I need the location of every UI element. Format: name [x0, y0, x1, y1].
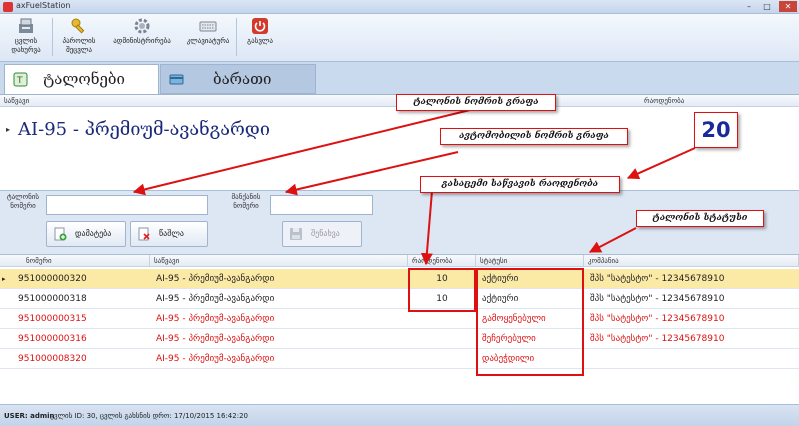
power-icon [252, 18, 268, 34]
cell-number: 951000000316 [18, 334, 87, 344]
cell-company: შპს "სატესტო" - 12345678910 [590, 274, 725, 284]
cell-fuel: AI-95 - პრემიუმ-ავანგარდი [156, 314, 275, 324]
maximize-button[interactable]: □ [760, 1, 774, 12]
coupon-status-callout: ტალონის სტატუსი [636, 210, 764, 227]
status-bar: USER: admin ცვლის ID: 30, ცვლის გახსნის … [0, 404, 799, 426]
add-button-label: დამატება [75, 229, 112, 238]
shift-info: ცვლის ID: 30, ცვლის გახსნის დრო: 17/10/2… [50, 412, 248, 420]
minimize-button[interactable]: – [742, 1, 756, 12]
cell-fuel: AI-95 - პრემიუმ-ავანგარდი [156, 294, 275, 304]
keyboard-button[interactable]: კლავიატურა [182, 16, 234, 60]
cell-company: შპს "სატესტო" - 12345678910 [590, 314, 725, 324]
cell-quantity [408, 349, 476, 369]
delete-button-label: წაშლა [159, 229, 184, 238]
tab-coupons[interactable]: T ტალონები [4, 64, 159, 94]
selected-product[interactable]: AI-95 - პრემიუმ-ავანგარდი [18, 119, 270, 140]
toolbar-divider [52, 18, 53, 56]
current-user: USER: admin [4, 412, 55, 420]
coupon-number-input[interactable] [46, 195, 208, 215]
coupon-tab-icon: T [13, 72, 28, 87]
status-highlight-box [476, 268, 584, 376]
cell-quantity [408, 309, 476, 329]
quantity-value-callout: 20 [694, 112, 738, 148]
table-row[interactable]: 951000000318 AI-95 - პრემიუმ-ავანგარდი 1… [0, 289, 799, 309]
toolbar-divider [236, 18, 237, 56]
quantity-column-header: რაოდენობა [640, 95, 799, 107]
cell-company [584, 349, 799, 369]
register-icon [19, 18, 33, 33]
cell-fuel: AI-95 - პრემიუმ-ავანგარდი [156, 274, 275, 284]
table-row[interactable]: 951000000316 AI-95 - პრემიუმ-ავანგარდი შ… [0, 329, 799, 349]
close-button[interactable]: ✕ [779, 1, 797, 12]
cell-number: 951000008320 [18, 354, 87, 364]
quantity-highlight-box [408, 268, 476, 312]
column-header-quantity[interactable]: რაოდენობა [408, 255, 476, 267]
row-pointer: ▸ [6, 125, 11, 134]
close-shift-button[interactable]: ცვლის დახურვა [4, 16, 48, 60]
coupon-number-callout: ტალონის ნომრის გრაფა [396, 94, 556, 111]
cell-company: შპს "სატესტო" - 12345678910 [590, 334, 725, 344]
cell-fuel: AI-95 - პრემიუმ-ავანგარდი [156, 334, 275, 344]
save-button[interactable]: შენახვა [282, 221, 362, 247]
keyboard-label: კლავიატურა [186, 37, 230, 45]
table-row[interactable]: 951000008320 AI-95 - პრემიუმ-ავანგარდი დ… [0, 349, 799, 369]
column-header-company[interactable]: კომპანია [584, 255, 799, 267]
cell-fuel: AI-95 - პრემიუმ-ავანგარდი [156, 354, 275, 364]
tab-strip: T ტალონები ბარათი [0, 62, 799, 94]
svg-text:T: T [16, 76, 23, 86]
fuel-quantity-callout: გასაცემი საწვავის რაოდენობა [420, 176, 620, 193]
key-icon [71, 18, 85, 34]
cell-number: 951000000318 [18, 294, 87, 304]
coupons-table: ნომერი საწვავი რაოდენობა სტატუსი კომპანი… [0, 254, 799, 404]
window-title: axFuelStation [16, 1, 71, 10]
table-row[interactable]: ▸ 951000000320 AI-95 - პრემიუმ-ავანგარდი… [0, 269, 799, 289]
title-bar: axFuelStation – □ ✕ [0, 0, 799, 14]
app-icon [3, 2, 13, 12]
exit-label: გასვლა [247, 37, 273, 45]
table-row[interactable]: 951000000315 AI-95 - პრემიუმ-ავანგარდი გ… [0, 309, 799, 329]
keyboard-icon [199, 21, 217, 32]
add-document-icon [54, 227, 67, 241]
car-number-input[interactable] [270, 195, 373, 215]
add-button[interactable]: დამატება [46, 221, 126, 247]
row-pointer: ▸ [2, 275, 6, 283]
card-tab-icon [169, 74, 184, 85]
car-number-label: მანქანის ნომერი [231, 193, 261, 210]
column-header-number[interactable]: ნომერი [0, 255, 150, 267]
toolbar: ცვლის დახურვა პაროლის შეცვლა ადმინისტრირ… [0, 14, 799, 62]
save-button-label: შენახვა [311, 229, 340, 238]
change-password-button[interactable]: პაროლის შეცვლა [56, 16, 102, 60]
car-number-callout: ავტომობილის ნომრის გრაფა [440, 128, 628, 145]
gear-icon [134, 18, 150, 34]
column-header-fuel[interactable]: საწვავი [150, 255, 408, 267]
administration-label: ადმინისტრირება [113, 37, 171, 45]
cell-number: 951000000320 [18, 274, 87, 284]
tab-coupons-label: ტალონები [43, 70, 125, 88]
tab-card[interactable]: ბარათი [160, 64, 316, 94]
column-header-status[interactable]: სტატუსი [476, 255, 584, 267]
administration-button[interactable]: ადმინისტრირება [106, 16, 178, 60]
cell-company: შპს "სატესტო" - 12345678910 [590, 294, 725, 304]
delete-document-icon [138, 227, 150, 241]
change-password-label: პაროლის შეცვლა [62, 37, 96, 54]
cell-quantity [408, 329, 476, 349]
floppy-disk-icon [290, 228, 302, 240]
close-shift-label: ცვლის დახურვა [11, 37, 41, 54]
exit-button[interactable]: გასვლა [240, 16, 280, 60]
delete-button[interactable]: წაშლა [130, 221, 208, 247]
cell-number: 951000000315 [18, 314, 87, 324]
tab-card-label: ბარათი [213, 70, 272, 88]
coupon-number-label: ტალონის ნომერი [6, 193, 40, 210]
